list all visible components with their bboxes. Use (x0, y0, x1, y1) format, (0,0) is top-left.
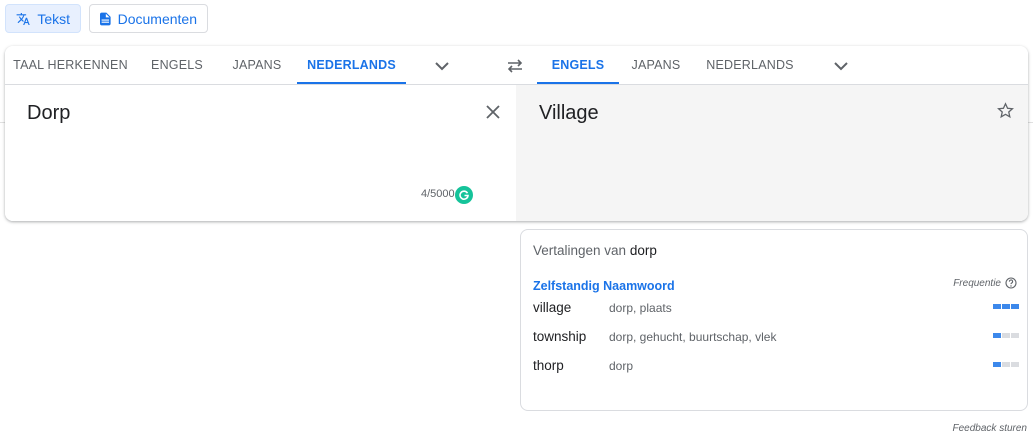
source-text-input[interactable]: Dorp (27, 102, 70, 125)
dictionary-card: Vertalingen van dorp Zelfstandig Naamwoo… (520, 229, 1028, 411)
frequency-bar (1011, 333, 1019, 338)
target-tab-japanese[interactable]: JAPANS (619, 46, 693, 85)
language-bar: TAAL HERKENNEN ENGELS JAPANS NEDERLANDS … (5, 46, 1028, 85)
target-pane: Village (516, 85, 1028, 221)
character-counter: 4/5000 (421, 188, 455, 200)
part-of-speech-label: Zelfstandig Naamwoord (533, 279, 675, 293)
target-tab-dutch[interactable]: NEDERLANDS (695, 46, 805, 85)
clear-text-close-icon[interactable] (481, 100, 505, 124)
frequency-header: Frequentie (953, 277, 1017, 289)
target-tab-english[interactable]: ENGELS (537, 46, 619, 84)
dictionary-word: township (533, 329, 587, 344)
dictionary-synonyms: dorp, gehucht, buurtschap, vlek (609, 330, 777, 344)
frequency-bar (1011, 362, 1019, 367)
help-icon[interactable] (1005, 277, 1017, 289)
frequency-bar (1002, 362, 1010, 367)
frequency-bar (993, 333, 1001, 338)
source-more-languages-chevron-down-icon[interactable] (429, 53, 455, 79)
translator-card: TAAL HERKENNEN ENGELS JAPANS NEDERLANDS … (5, 46, 1028, 221)
source-tab-japanese[interactable]: JAPANS (218, 46, 296, 85)
source-tab-english[interactable]: ENGELS (136, 46, 218, 85)
frequency-label: Frequentie (953, 277, 1001, 289)
text-mode-label: Tekst (37, 10, 70, 27)
grammarly-icon[interactable] (455, 186, 473, 204)
frequency-bar (1002, 333, 1010, 338)
translate-icon (16, 12, 30, 25)
dictionary-word: village (533, 300, 572, 315)
translation-output: Village (539, 102, 599, 124)
frequency-bar (993, 304, 1001, 309)
frequency-bars (993, 304, 1019, 309)
frequency-bars (993, 362, 1019, 367)
documents-mode-button[interactable]: Documenten (89, 4, 208, 33)
frequency-bars (993, 333, 1019, 338)
dictionary-row[interactable]: village dorp, plaats (533, 298, 1019, 320)
document-icon (100, 12, 111, 25)
dictionary-row[interactable]: township dorp, gehucht, buurtschap, vlek (533, 327, 1019, 349)
dictionary-title-word: dorp (629, 243, 657, 258)
top-bar: Tekst Documenten (0, 0, 1033, 40)
dictionary-synonyms: dorp (609, 359, 634, 373)
dictionary-row[interactable]: thorp dorp (533, 356, 1019, 378)
feedback-link[interactable]: Feedback sturen (953, 423, 1028, 434)
documents-mode-label: Documenten (117, 10, 197, 27)
swap-languages-icon[interactable] (502, 53, 528, 79)
dictionary-word: thorp (533, 358, 564, 373)
target-more-languages-chevron-down-icon[interactable] (828, 53, 854, 79)
source-pane: Dorp 4/5000 (5, 85, 516, 221)
dictionary-title-prefix: Vertalingen van (533, 243, 627, 258)
text-mode-button[interactable]: Tekst (5, 4, 81, 33)
save-star-icon[interactable] (994, 99, 1016, 121)
source-tab-dutch[interactable]: NEDERLANDS (297, 46, 406, 84)
frequency-bar (1002, 304, 1010, 309)
frequency-bar (993, 362, 1001, 367)
source-tab-detect[interactable]: TAAL HERKENNEN (5, 46, 136, 85)
dictionary-title: Vertalingen van dorp (533, 243, 657, 258)
frequency-bar (1011, 304, 1019, 309)
dictionary-synonyms: dorp, plaats (609, 301, 672, 315)
